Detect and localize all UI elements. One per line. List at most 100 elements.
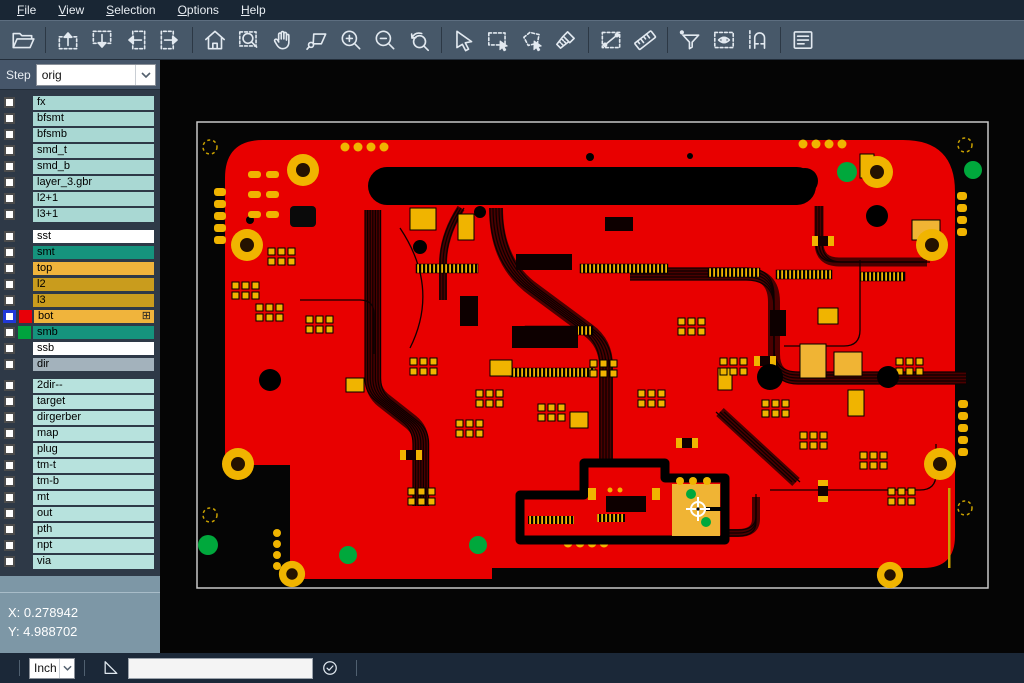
layer-row[interactable]: 2dir-- — [0, 378, 160, 394]
layer-checkbox[interactable] — [4, 193, 15, 204]
menu-file[interactable]: File — [6, 0, 47, 20]
layer-checkbox[interactable] — [4, 247, 15, 258]
layer-row[interactable]: l2+1 — [0, 191, 160, 207]
menu-selection[interactable]: Selection — [95, 0, 166, 20]
layer-checkbox[interactable] — [4, 428, 15, 439]
layer-label[interactable]: tm-t — [33, 459, 154, 473]
layer-checkbox[interactable] — [4, 279, 15, 290]
layer-label[interactable]: bfsmt — [33, 112, 154, 126]
layer-row[interactable]: layer_3.gbr — [0, 175, 160, 191]
layers-panel-button[interactable] — [786, 24, 820, 56]
layer-label[interactable]: smt — [33, 246, 154, 260]
layer-label[interactable]: l3+1 — [33, 208, 154, 222]
layer-row[interactable]: npt — [0, 538, 160, 554]
layer-checkbox-selected[interactable] — [3, 310, 16, 323]
layer-label[interactable]: out — [33, 507, 154, 521]
layer-checkbox[interactable] — [4, 524, 15, 535]
shift-left-button[interactable] — [119, 24, 153, 56]
layer-row[interactable]: tm-t — [0, 458, 160, 474]
zoom-in-button[interactable] — [334, 24, 368, 56]
layer-row[interactable]: l3+1 — [0, 207, 160, 223]
layer-checkbox[interactable] — [4, 444, 15, 455]
layer-label[interactable]: ssb — [33, 342, 154, 356]
layer-row[interactable]: out — [0, 506, 160, 522]
layer-checkbox[interactable] — [4, 508, 15, 519]
layer-row[interactable]: fx — [0, 95, 160, 111]
unit-dropdown[interactable]: Inch — [29, 658, 75, 679]
zoom-window-button[interactable] — [232, 24, 266, 56]
pan-button[interactable] — [266, 24, 300, 56]
measure-diagonal-button[interactable] — [594, 24, 628, 56]
layer-checkbox[interactable] — [4, 97, 15, 108]
layer-checkbox[interactable] — [4, 327, 15, 338]
zoom-out-button[interactable] — [368, 24, 402, 56]
layer-label[interactable]: top — [33, 262, 154, 276]
layer-row[interactable]: smt — [0, 245, 160, 261]
layer-row[interactable]: bfsmb — [0, 127, 160, 143]
layer-label[interactable]: l2 — [33, 278, 154, 292]
command-input[interactable] — [128, 658, 313, 679]
layer-checkbox[interactable] — [4, 359, 15, 370]
apply-refresh-icon[interactable] — [317, 656, 343, 680]
layer-row[interactable]: l3 — [0, 293, 160, 309]
layer-row[interactable]: ssb — [0, 341, 160, 357]
layer-checkbox[interactable] — [4, 145, 15, 156]
shift-down-button[interactable] — [85, 24, 119, 56]
layer-row[interactable]: plug — [0, 442, 160, 458]
layer-label[interactable]: layer_3.gbr — [33, 176, 154, 190]
layer-label[interactable]: smb — [33, 326, 154, 340]
layer-row[interactable]: top — [0, 261, 160, 277]
layer-row[interactable]: smb — [0, 325, 160, 341]
layer-label[interactable]: target — [33, 395, 154, 409]
layer-label[interactable]: l2+1 — [33, 192, 154, 206]
layer-row[interactable]: map — [0, 426, 160, 442]
layer-label[interactable]: sst — [33, 230, 154, 244]
home-view-button[interactable] — [198, 24, 232, 56]
layer-row[interactable]: l2 — [0, 277, 160, 293]
layer-checkbox[interactable] — [4, 209, 15, 220]
layer-checkbox[interactable] — [4, 343, 15, 354]
open-file-button[interactable] — [6, 24, 40, 56]
layer-checkbox[interactable] — [4, 540, 15, 551]
layer-label[interactable]: via — [33, 555, 154, 569]
layer-row[interactable]: smd_b — [0, 159, 160, 175]
zoom-previous-button[interactable] — [402, 24, 436, 56]
layer-label[interactable]: smd_t — [33, 144, 154, 158]
snap-button[interactable] — [741, 24, 775, 56]
layer-checkbox[interactable] — [4, 113, 15, 124]
clear-brush-button[interactable] — [549, 24, 583, 56]
select-rectangle-button[interactable] — [481, 24, 515, 56]
layer-label[interactable]: tm-b — [33, 475, 154, 489]
layer-checkbox[interactable] — [4, 231, 15, 242]
layer-label[interactable]: dir — [33, 358, 154, 372]
layer-label[interactable]: 2dir-- — [33, 379, 154, 393]
layer-row[interactable]: tm-b — [0, 474, 160, 490]
shift-up-button[interactable] — [51, 24, 85, 56]
layer-row[interactable]: mt — [0, 490, 160, 506]
corner-triangle-icon[interactable] — [98, 656, 124, 680]
layer-row[interactable]: sst — [0, 229, 160, 245]
ruler-button[interactable] — [628, 24, 662, 56]
pcb-canvas-viewport[interactable] — [160, 60, 1024, 653]
menu-help[interactable]: Help — [230, 0, 277, 20]
zoom-selection-button[interactable] — [300, 24, 334, 56]
layer-label[interactable]: pth — [33, 523, 154, 537]
layer-row[interactable]: dir — [0, 357, 160, 373]
shift-right-button[interactable] — [153, 24, 187, 56]
layer-checkbox[interactable] — [4, 492, 15, 503]
layer-label[interactable]: mt — [33, 491, 154, 505]
menu-options[interactable]: Options — [167, 0, 230, 20]
filter-button[interactable] — [673, 24, 707, 56]
highlight-view-button[interactable] — [707, 24, 741, 56]
layer-label[interactable]: l3 — [33, 294, 154, 308]
layer-label[interactable]: plug — [33, 443, 154, 457]
layer-checkbox[interactable] — [4, 556, 15, 567]
layer-checkbox[interactable] — [4, 129, 15, 140]
layer-checkbox[interactable] — [4, 460, 15, 471]
select-button[interactable] — [447, 24, 481, 56]
layer-checkbox[interactable] — [4, 295, 15, 306]
layer-label[interactable]: bot⊞ — [34, 310, 154, 324]
layer-label[interactable]: dirgerber — [33, 411, 154, 425]
layer-row-bot-selected[interactable]: bot⊞ — [0, 309, 160, 325]
layer-row[interactable]: bfsmt — [0, 111, 160, 127]
